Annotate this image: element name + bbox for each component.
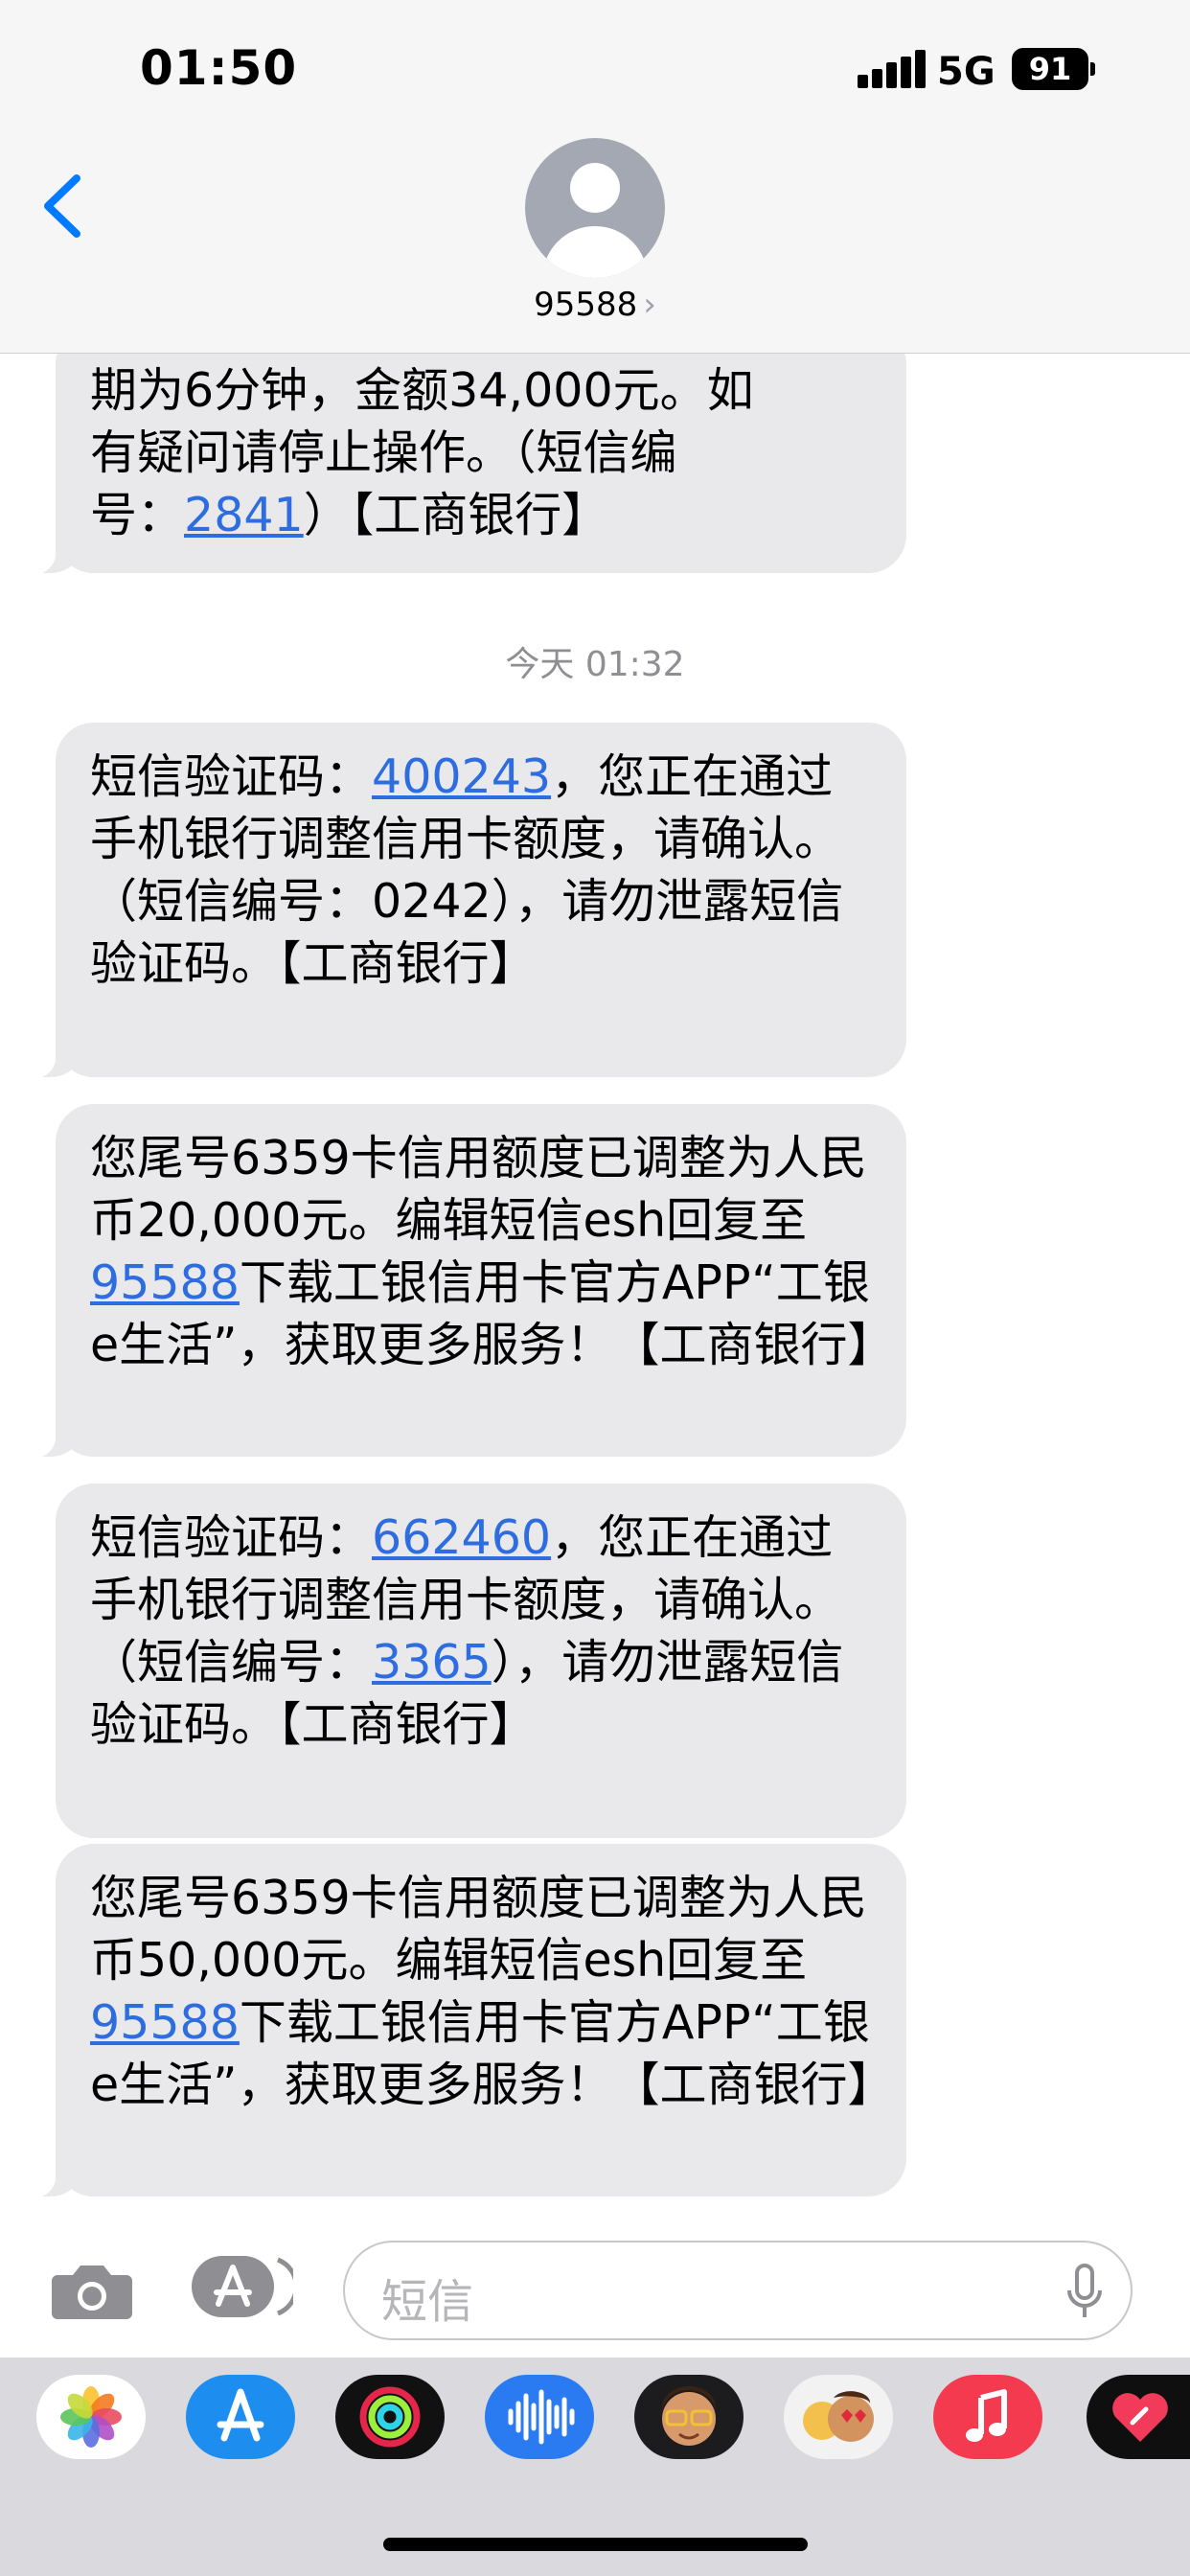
sms-number-link[interactable]: 2841 — [184, 488, 304, 542]
battery-icon: 91 — [1012, 48, 1095, 90]
voice-memos-app-button[interactable] — [485, 2375, 594, 2459]
memoji-hearts-icon — [803, 2391, 874, 2442]
sms-number-link[interactable]: 3365 — [372, 1635, 492, 1690]
conversation-header: 01:50 5G 91 95588 › — [0, 0, 1190, 354]
compose-bar: 短信 — [0, 2223, 1190, 2358]
status-bar: 01:50 5G 91 — [0, 0, 1190, 134]
app-store-app-button[interactable] — [186, 2375, 295, 2459]
contact-avatar[interactable] — [525, 138, 665, 278]
verification-code-link[interactable]: 400243 — [372, 749, 551, 804]
music-icon — [966, 2389, 1007, 2442]
message-bubble[interactable]: 期为6分钟，金额34,000元。如 有疑问请停止操作。（短信编 号：2841）【… — [23, 326, 906, 575]
message-line: 期为6分钟，金额34,000元。如 — [90, 363, 754, 418]
message-bubble[interactable]: 您尾号6359卡信用额度已调整为人民币50,000元。编辑短信esh回复至 955… — [23, 1844, 906, 2198]
message-input-placeholder: 短信 — [381, 2275, 474, 2329]
voice-memos-icon — [508, 2389, 575, 2445]
phone-number-link[interactable]: 95588 — [90, 1995, 240, 2050]
status-time: 01:50 — [140, 40, 298, 96]
apps-button[interactable] — [192, 2252, 299, 2321]
chevron-right-icon: › — [643, 286, 656, 324]
camera-button[interactable] — [50, 2260, 134, 2321]
fitness-app-button[interactable] — [335, 2375, 445, 2459]
signal-strength-icon — [858, 50, 926, 88]
message-input[interactable]: 短信 — [343, 2241, 1133, 2340]
message-bubble[interactable]: 短信验证码：662460，您正在通过手机银行调整信用卡额度，请确认。（短信编号：… — [56, 1484, 906, 1838]
contact-name: 95588 — [534, 286, 638, 324]
photos-app-button[interactable] — [36, 2375, 146, 2459]
verification-code-link[interactable]: 662460 — [372, 1510, 551, 1565]
message-text: 短信验证码： — [90, 1510, 373, 1565]
music-app-button[interactable] — [933, 2375, 1042, 2459]
message-text: 短信验证码： — [90, 749, 373, 804]
memoji-sticker-app-button[interactable] — [634, 2375, 744, 2459]
message-text: ）【工商银行】 — [303, 488, 609, 542]
back-button[interactable] — [38, 172, 86, 240]
message-bubble[interactable]: 短信验证码：400243，您正在通过手机银行调整信用卡额度，请确认。（短信编号：… — [23, 723, 906, 1079]
app-store-icon — [192, 2256, 299, 2317]
microphone-icon — [1067, 2264, 1102, 2317]
message-line: 号：2841）【工商银行】 — [90, 484, 872, 546]
message-bubble[interactable]: 您尾号6359卡信用额度已调整为人民币20,000元。编辑短信esh回复至 955… — [23, 1104, 906, 1459]
message-text: 您尾号6359卡信用额度已调整为人民币20,000元。编辑短信esh回复至 — [90, 1131, 867, 1248]
chevron-left-icon — [44, 174, 80, 238]
app-store-icon — [217, 2388, 264, 2442]
home-indicator[interactable] — [383, 2538, 808, 2551]
digital-touch-icon — [1112, 2393, 1168, 2442]
message-text: 号： — [90, 488, 185, 542]
battery-level: 91 — [1012, 48, 1088, 90]
fitness-icon — [359, 2386, 421, 2448]
phone-number-link[interactable]: 95588 — [90, 1255, 240, 1310]
network-type: 5G — [937, 50, 995, 94]
memoji-hearts-app-button[interactable] — [784, 2375, 893, 2459]
photos-icon — [60, 2386, 122, 2448]
memoji-sticker-icon — [662, 2386, 716, 2446]
message-timestamp: 今天 01:32 — [505, 645, 685, 684]
message-text: 您尾号6359卡信用额度已调整为人民币50,000元。编辑短信esh回复至 — [90, 1871, 867, 1988]
contact-name-button[interactable]: 95588 › — [0, 286, 1190, 324]
camera-icon — [52, 2266, 132, 2319]
message-line: 有疑问请停止操作。（短信编 — [90, 426, 677, 480]
digital-touch-app-button[interactable] — [1087, 2375, 1190, 2459]
dictation-button[interactable] — [1062, 2262, 1108, 2323]
